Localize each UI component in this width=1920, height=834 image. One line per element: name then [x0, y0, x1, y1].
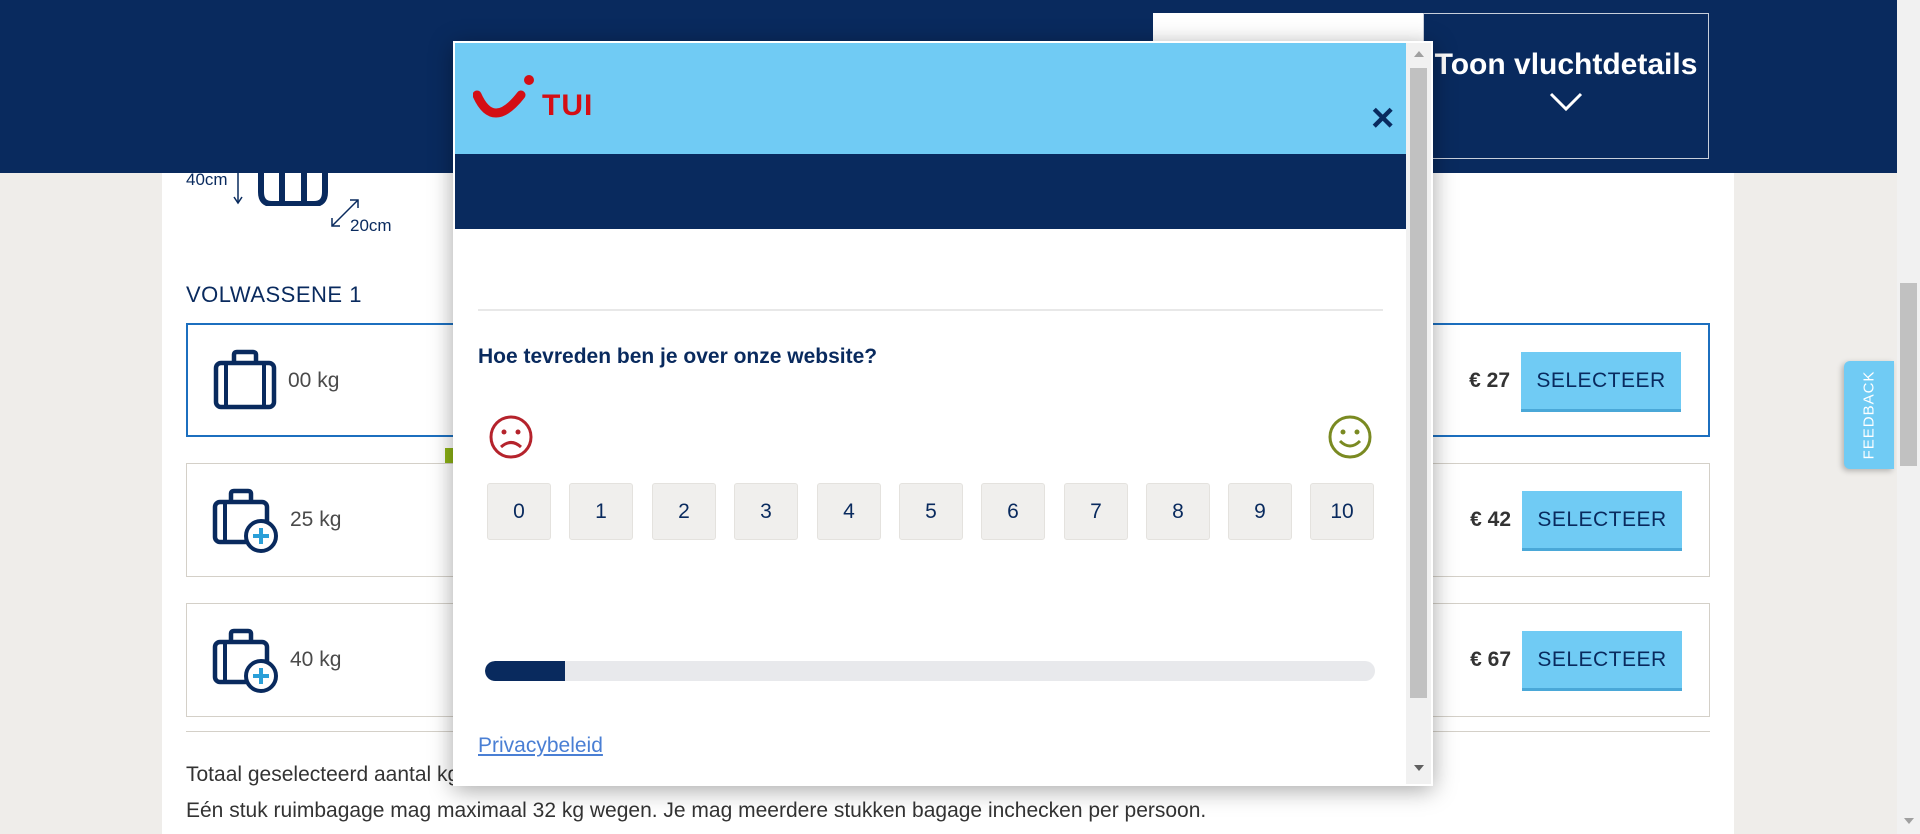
- feedback-tab[interactable]: FEEDBACK: [1844, 361, 1894, 469]
- survey-question: Hoe tevreden ben je over onze website?: [478, 345, 878, 368]
- page-scrollbar[interactable]: [1897, 0, 1920, 834]
- show-flight-details-button[interactable]: Toon vluchtdetails: [1423, 13, 1709, 159]
- rating-button-3[interactable]: 3: [734, 483, 798, 540]
- total-weight-label: Totaal geselecteerd aantal kg: [186, 763, 460, 786]
- sad-face-icon: [489, 415, 533, 459]
- survey-progress-bar: [485, 661, 1375, 681]
- luggage-weight: 00 kg: [288, 369, 340, 392]
- luggage-price: € 67: [1470, 648, 1511, 671]
- modal-header: TUI ×: [455, 43, 1406, 154]
- tui-logo-text: TUI: [542, 89, 594, 122]
- scroll-down-arrow-icon[interactable]: [1904, 818, 1914, 824]
- rating-button-8[interactable]: 8: [1146, 483, 1210, 540]
- suitcase-icon: [213, 349, 277, 410]
- dimension-height: 40cm: [186, 170, 228, 189]
- modal-scrollbar-thumb[interactable]: [1410, 68, 1427, 698]
- survey-modal: TUI × Hoe tevreden ben je over onze webs…: [453, 41, 1433, 786]
- rating-button-6[interactable]: 6: [981, 483, 1045, 540]
- chevron-down-icon: [1549, 92, 1583, 112]
- select-button[interactable]: SELECTEER: [1522, 631, 1682, 691]
- rating-button-2[interactable]: 2: [652, 483, 716, 540]
- passenger-title: VOLWASSENE 1: [186, 282, 362, 307]
- scroll-up-arrow-icon[interactable]: [1414, 51, 1424, 57]
- page-scrollbar-thumb[interactable]: [1900, 283, 1917, 466]
- modal-band: [455, 154, 1406, 229]
- luggage-weight: 40 kg: [290, 648, 342, 671]
- suitcase-plus-icon: [212, 488, 278, 553]
- luggage-rule-note: Eén stuk ruimbagage mag maximaal 32 kg w…: [186, 799, 1207, 822]
- rating-button-7[interactable]: 7: [1064, 483, 1128, 540]
- luggage-weight: 25 kg: [290, 508, 342, 531]
- rating-button-9[interactable]: 9: [1228, 483, 1292, 540]
- modal-scrollbar[interactable]: [1406, 43, 1431, 784]
- flight-details-label: Toon vluchtdetails: [1434, 48, 1698, 81]
- suitcase-plus-icon: [212, 628, 278, 693]
- luggage-price: € 42: [1470, 508, 1511, 531]
- survey-progress-fill: [485, 661, 566, 681]
- suitcase-outline-icon: [258, 158, 328, 206]
- rating-button-0[interactable]: 0: [487, 483, 551, 540]
- select-button[interactable]: SELECTEER: [1522, 491, 1682, 551]
- rating-button-1[interactable]: 1: [569, 483, 633, 540]
- luggage-price: € 27: [1469, 369, 1510, 392]
- arrow-down-icon: [233, 172, 243, 205]
- divider: [478, 309, 1383, 311]
- happy-face-icon: [1328, 415, 1372, 459]
- feedback-label: FEEDBACK: [1860, 370, 1878, 460]
- rating-button-10[interactable]: 10: [1310, 483, 1374, 540]
- rating-button-5[interactable]: 5: [899, 483, 963, 540]
- scroll-down-arrow-icon[interactable]: [1414, 765, 1424, 771]
- select-button[interactable]: SELECTEER: [1521, 352, 1681, 412]
- privacy-policy-link[interactable]: Privacybeleid: [478, 734, 603, 758]
- close-button[interactable]: ×: [1371, 98, 1394, 138]
- rating-button-4[interactable]: 4: [817, 483, 881, 540]
- luggage-dimensions: 40cm 20cm: [186, 150, 426, 240]
- dimension-depth: 20cm: [350, 216, 392, 235]
